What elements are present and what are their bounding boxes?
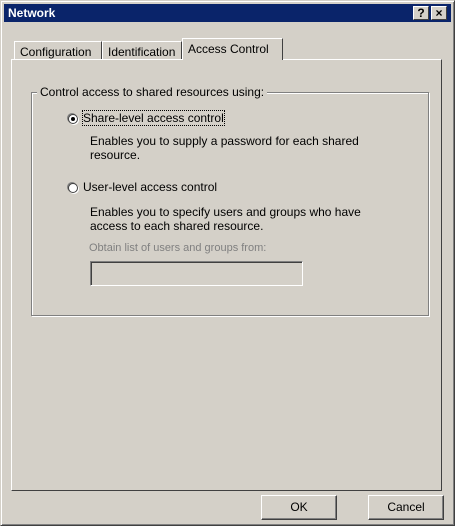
tab-configuration[interactable]: Configuration	[14, 41, 102, 61]
user-level-radio[interactable]	[68, 183, 78, 193]
cancel-button[interactable]: Cancel	[368, 495, 444, 520]
radio-selected-dot	[71, 117, 75, 121]
user-level-description: Enables you to specify users and groups …	[90, 205, 361, 233]
obtain-list-label-text: Obtain list of users and groups from:	[89, 242, 267, 254]
obtain-list-label: Obtain list of users and groups from:	[89, 242, 267, 255]
help-icon[interactable]: ?	[413, 6, 429, 20]
share-level-description: Enables you to supply a password for eac…	[90, 134, 359, 162]
user-level-label[interactable]: User-level access control	[83, 180, 217, 194]
network-dialog: Network ? × Configuration Identification…	[0, 0, 455, 526]
ok-button[interactable]: OK	[261, 495, 337, 520]
share-level-radio[interactable]	[68, 114, 78, 124]
title-bar[interactable]: Network ? ×	[4, 4, 451, 22]
share-level-label[interactable]: Share-level access control	[82, 110, 225, 126]
obtain-list-input	[90, 261, 303, 286]
tab-access-control[interactable]: Access Control	[182, 38, 283, 60]
tab-identification[interactable]: Identification	[102, 41, 182, 61]
group-label: Control access to shared resources using…	[37, 85, 268, 99]
close-icon[interactable]: ×	[431, 6, 447, 20]
window-title: Network	[8, 6, 56, 20]
